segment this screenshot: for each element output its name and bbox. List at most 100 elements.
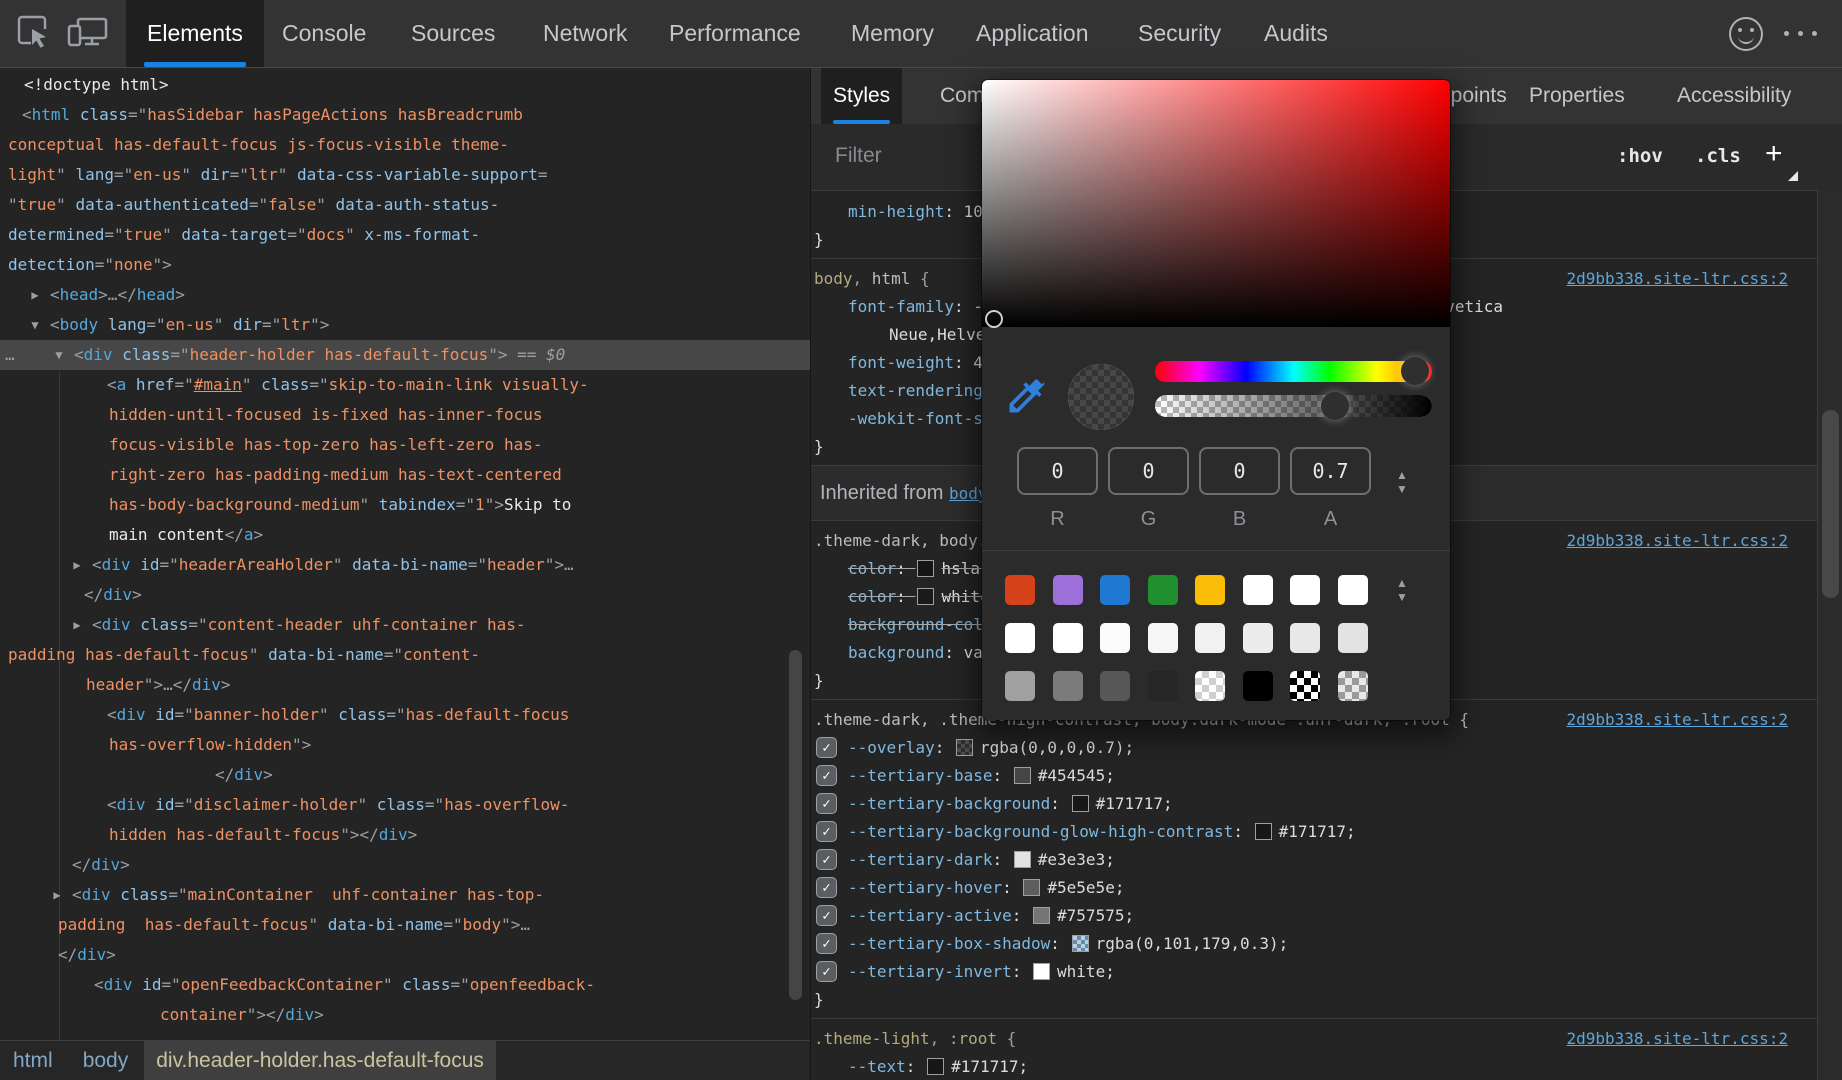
color-swatch[interactable] (917, 588, 934, 605)
dom-tree-node[interactable]: conceptual has-default-focus js-focus-vi… (0, 130, 810, 160)
eyedropper-icon[interactable] (1004, 374, 1048, 418)
channel-input-g[interactable]: 0 (1108, 447, 1189, 495)
palette-color-swatch[interactable] (1195, 575, 1225, 605)
feedback-smiley-icon[interactable] (1729, 17, 1763, 51)
dom-tree-node[interactable]: <div id="banner-holder" class="has-defau… (0, 700, 810, 730)
tab-network[interactable]: Network (543, 0, 627, 67)
toggle-class-button[interactable]: .cls (1695, 124, 1741, 188)
sidebar-tab-accessibility[interactable]: Accessibility (1665, 68, 1803, 124)
dom-tree-node[interactable]: </div> (0, 850, 810, 880)
property-enabled-checkbox[interactable]: ✓ (816, 905, 837, 926)
palette-color-swatch[interactable] (1338, 671, 1368, 701)
color-swatch[interactable] (917, 560, 934, 577)
chevron-collapsed-icon[interactable]: ▶ (66, 550, 88, 580)
palette-color-swatch[interactable] (1195, 623, 1225, 653)
palette-color-swatch[interactable] (1053, 671, 1083, 701)
palette-color-swatch[interactable] (1290, 623, 1320, 653)
dom-tree-node[interactable]: </div> (0, 760, 810, 790)
tab-application[interactable]: Application (976, 0, 1089, 67)
dom-tree-node[interactable]: hidden-until-focused is-fixed has-inner-… (0, 400, 810, 430)
alpha-slider-thumb[interactable] (1321, 392, 1349, 420)
dom-tree-node[interactable]: </div> (0, 580, 810, 610)
new-style-rule-button[interactable]: + (1765, 124, 1783, 184)
device-toolbar-icon[interactable] (66, 14, 110, 52)
palette-color-swatch[interactable] (1148, 575, 1178, 605)
palette-color-swatch[interactable] (1290, 575, 1320, 605)
dom-tree-node[interactable]: <!doctype html> (0, 70, 810, 100)
property-enabled-checkbox[interactable]: ✓ (816, 961, 837, 982)
saturation-gradient-area[interactable] (982, 80, 1450, 327)
color-swatch[interactable] (1072, 935, 1089, 952)
tab-elements[interactable]: Elements (126, 0, 264, 67)
color-swatch[interactable] (1033, 907, 1050, 924)
palette-color-swatch[interactable] (1005, 575, 1035, 605)
stylesheet-link[interactable]: 2d9bb338.site-ltr.css:2 (1566, 706, 1788, 734)
color-swatch[interactable] (1014, 851, 1031, 868)
chevron-expanded-icon[interactable]: ▼ (48, 340, 70, 370)
dom-tree-node[interactable]: <div id="openFeedbackContainer" class="o… (0, 970, 810, 1000)
palette-color-swatch[interactable] (1053, 623, 1083, 653)
chevron-collapsed-icon[interactable]: ▶ (24, 280, 46, 310)
property-enabled-checkbox[interactable]: ✓ (816, 821, 837, 842)
dom-tree-node[interactable]: ▼<body lang="en-us" dir="ltr"> (0, 310, 810, 340)
palette-color-swatch[interactable] (1005, 623, 1035, 653)
palette-switcher[interactable]: ▲▼ (1394, 576, 1410, 604)
chevron-collapsed-icon[interactable]: ▶ (46, 880, 68, 910)
dom-tree-node[interactable]: ▶<head>…</head> (0, 280, 810, 310)
dom-tree-node[interactable]: has-overflow-hidden"> (0, 730, 810, 760)
palette-color-swatch[interactable] (1243, 623, 1273, 653)
stylesheet-link[interactable]: 2d9bb338.site-ltr.css:2 (1566, 527, 1788, 555)
channel-input-r[interactable]: 0 (1017, 447, 1098, 495)
stylesheet-link[interactable]: 2d9bb338.site-ltr.css:2 (1566, 1025, 1788, 1053)
dom-tree-node[interactable]: <div id="disclaimer-holder" class="has-o… (0, 790, 810, 820)
property-enabled-checkbox[interactable]: ✓ (816, 765, 837, 786)
css-property[interactable]: ✓--tertiary-background-glow-high-contras… (811, 818, 1818, 846)
palette-color-swatch[interactable] (1338, 575, 1368, 605)
css-property[interactable]: ✓--tertiary-dark: #e3e3e3; (811, 846, 1818, 874)
channel-input-b[interactable]: 0 (1199, 447, 1280, 495)
dom-tree-node[interactable]: <html class="hasSidebar hasPageActions h… (0, 100, 810, 130)
color-swatch[interactable] (1023, 879, 1040, 896)
property-enabled-checkbox[interactable]: ✓ (816, 849, 837, 870)
palette-color-swatch[interactable] (1053, 575, 1083, 605)
color-swatch[interactable] (1014, 767, 1031, 784)
overflow-menu-icon[interactable] (1784, 31, 1824, 37)
dom-tree-node[interactable]: has-body-background-medium" tabindex="1"… (0, 490, 810, 520)
palette-color-swatch[interactable] (1148, 623, 1178, 653)
filter-input[interactable]: Filter (835, 124, 882, 188)
property-enabled-checkbox[interactable]: ✓ (816, 877, 837, 898)
css-property[interactable]: ✓--tertiary-background: #171717; (811, 790, 1818, 818)
dom-tree-node[interactable]: main content</a> (0, 520, 810, 550)
css-property[interactable]: ✓--tertiary-base: #454545; (811, 762, 1818, 790)
tab-audits[interactable]: Audits (1264, 0, 1328, 67)
css-property[interactable]: ✓--overlay: rgba(0,0,0,0.7); (811, 734, 1818, 762)
palette-color-swatch[interactable] (1243, 671, 1273, 701)
dom-tree-node[interactable]: light" lang="en-us" dir="ltr" data-css-v… (0, 160, 810, 190)
color-swatch[interactable] (1255, 823, 1272, 840)
toggle-pseudo-state-button[interactable]: :hov (1617, 124, 1663, 188)
stylesheet-link[interactable]: 2d9bb338.site-ltr.css:2 (1566, 265, 1788, 293)
color-swatch[interactable] (1033, 963, 1050, 980)
palette-color-swatch[interactable] (1243, 575, 1273, 605)
channel-input-a[interactable]: 0.7 (1290, 447, 1371, 495)
color-format-switcher[interactable]: ▲▼ (1394, 468, 1410, 496)
elements-scrollbar-thumb[interactable] (789, 650, 802, 1000)
dom-tree-node[interactable]: padding has-default-focus" data-bi-name=… (0, 910, 810, 940)
styles-scrollbar-track[interactable] (1817, 190, 1842, 1080)
hue-slider[interactable] (1155, 361, 1432, 382)
palette-color-swatch[interactable] (1148, 671, 1178, 701)
breadcrumb-item-html[interactable]: html (13, 1049, 53, 1073)
color-swatch[interactable] (927, 1058, 944, 1075)
color-swatch[interactable] (1072, 795, 1089, 812)
property-enabled-checkbox[interactable]: ✓ (816, 737, 837, 758)
dom-tree-node[interactable]: container"></div> (0, 1000, 810, 1030)
palette-color-swatch[interactable] (1290, 671, 1320, 701)
sidebar-tab-styles[interactable]: Styles (821, 68, 902, 124)
palette-color-swatch[interactable] (1005, 671, 1035, 701)
styles-scrollbar-thumb[interactable] (1822, 410, 1839, 598)
property-enabled-checkbox[interactable]: ✓ (816, 793, 837, 814)
dom-tree-node[interactable]: right-zero has-padding-medium has-text-c… (0, 460, 810, 490)
dom-tree-node[interactable]: focus-visible has-top-zero has-left-zero… (0, 430, 810, 460)
palette-color-swatch[interactable] (1338, 623, 1368, 653)
dom-tree-node[interactable]: padding has-default-focus" data-bi-name=… (0, 640, 810, 670)
